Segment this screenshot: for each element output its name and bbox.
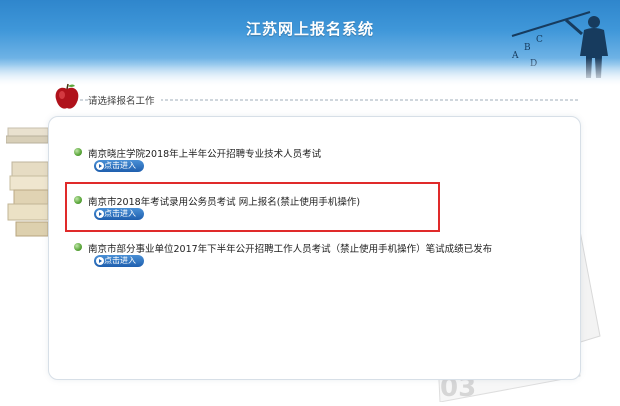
bullet-icon [74,148,82,156]
enter-button[interactable]: 点击进入 [94,255,144,267]
enter-button-label: 点击进入 [104,256,136,265]
exam-title[interactable]: 南京市部分事业单位2017年下半年公开招聘工作人员考试（禁止使用手机操作）笔试成… [88,241,492,255]
doodle-letter-b: B [524,43,531,53]
highlight-box [65,182,440,232]
enter-button[interactable]: 点击进入 [94,160,144,172]
doodle-letter-c: C [536,35,543,45]
play-icon [96,162,104,170]
header-fade [0,58,620,86]
exam-title[interactable]: 南京晓庄学院2018年上半年公开招聘专业技术人员考试 [88,146,321,160]
apple-icon [55,83,79,109]
bullet-icon [74,243,82,251]
panel-label: 请选择报名工作 [88,93,161,107]
enter-button-label: 点击进入 [104,161,136,170]
books-illustration [6,127,49,237]
play-icon [96,257,104,265]
header-banner: 江苏网上报名系统 A B C D [0,0,620,86]
